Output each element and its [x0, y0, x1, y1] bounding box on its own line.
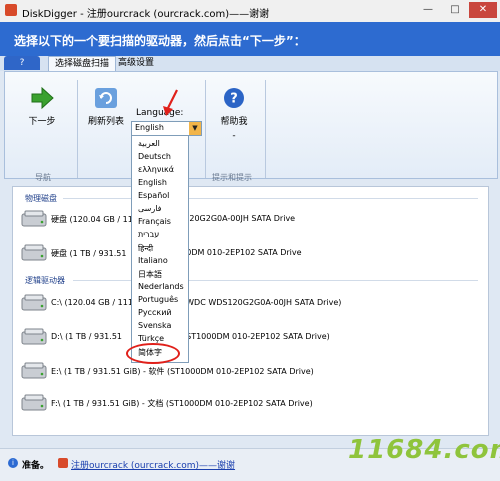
- help-me-button[interactable]: ? 帮助我 -: [217, 86, 251, 141]
- group-label-tips: 提示和提示: [212, 173, 252, 182]
- physical-disks-header: 物理磁盘: [25, 194, 57, 203]
- help-icon: ?: [221, 86, 247, 110]
- language-dropdown: العربية Deutsch ελληνικά English Español…: [131, 135, 189, 363]
- hard-drive-icon: [21, 294, 47, 311]
- drive-label: 硬盘 (1 TB / 931.51: [51, 249, 127, 258]
- ribbon-separator: [205, 80, 206, 178]
- instruction-banner: 选择以下的一个要扫描的驱动器，然后点击“下一步”：: [0, 22, 500, 56]
- hard-drive-icon: [21, 210, 47, 227]
- info-icon: i: [8, 458, 18, 468]
- hard-drive-icon: [21, 394, 47, 411]
- close-button[interactable]: ✕: [469, 2, 497, 18]
- watermark-logo: 11684.com: [348, 435, 500, 465]
- language-option[interactable]: ελληνικά: [138, 165, 174, 174]
- ribbon-tabs: ? 选择磁盘扫描 高级设置: [0, 56, 500, 71]
- drive-list-panel: 物理磁盘 硬盘 (120.04 GB / 11 C WDS120G2G0A-00…: [12, 186, 489, 436]
- language-option[interactable]: हिन्दी: [138, 243, 153, 254]
- tab-advanced[interactable]: 高级设置: [112, 56, 160, 70]
- group-label-nav: 导航: [35, 173, 51, 182]
- minimize-button[interactable]: —: [415, 2, 441, 18]
- refresh-icon: [93, 86, 119, 110]
- ribbon-separator: [77, 80, 78, 178]
- help-tab[interactable]: ?: [4, 56, 40, 70]
- next-label: 下一步: [28, 117, 56, 127]
- ribbon: 下一步 刷新列表 ? 帮助我 - 导航 提示和提示: [4, 71, 498, 182]
- drive-model: (WDC WDS120G2G0A-00JH SATA Drive): [183, 298, 342, 307]
- language-option[interactable]: עברית: [138, 230, 159, 239]
- window-title: DiskDigger - 注册ourcrack (ourcrack.com)——…: [22, 9, 270, 20]
- drive-label: 硬盘 (120.04 GB / 11: [51, 215, 133, 224]
- help-me-label: 帮助我: [220, 117, 248, 127]
- app-icon: [5, 4, 17, 16]
- language-option[interactable]: Italiano: [138, 256, 168, 265]
- drive-label: C:\ (120.04 GB / 111.: [51, 298, 136, 307]
- section-divider: [63, 198, 478, 199]
- language-option[interactable]: 日本語: [138, 269, 162, 280]
- maximize-button[interactable]: □: [442, 2, 468, 18]
- language-value: English: [135, 123, 164, 132]
- language-option[interactable]: English: [138, 178, 167, 187]
- banner-text: 选择以下的一个要扫描的驱动器，然后点击“下一步”：: [14, 34, 306, 48]
- hard-drive-icon: [21, 362, 47, 379]
- drive-label: D:\ (1 TB / 931.51: [51, 332, 122, 341]
- drive-label: E:\ (1 TB / 931.51 GiB) - 软件 (ST1000DM 0…: [51, 367, 314, 376]
- ribbon-separator: [265, 80, 266, 178]
- language-option[interactable]: Deutsch: [138, 152, 171, 161]
- language-option[interactable]: فارسی: [138, 204, 162, 213]
- chevron-down-icon[interactable]: ▼: [189, 122, 201, 135]
- tab-scan[interactable]: 选择磁盘扫描: [48, 56, 117, 71]
- help-me-sub: -: [232, 131, 236, 141]
- svg-text:?: ?: [230, 92, 238, 107]
- refresh-button[interactable]: 刷新列表: [85, 86, 127, 127]
- language-option[interactable]: العربية: [138, 139, 160, 148]
- arrow-right-icon: [29, 86, 55, 110]
- highlight-circle: [126, 343, 180, 364]
- red-arrow-icon: [163, 89, 178, 116]
- language-select[interactable]: English ▼: [131, 121, 202, 136]
- drive-label: F:\ (1 TB / 931.51 GiB) - 文档 (ST1000DM 0…: [51, 399, 313, 408]
- drive-model: (ST1000DM 010-2EP102 SATA Drive): [183, 332, 330, 341]
- next-button[interactable]: 下一步: [25, 86, 59, 127]
- register-link[interactable]: 注册ourcrack (ourcrack.com)——谢谢: [71, 458, 235, 471]
- status-text: 准备。: [22, 461, 50, 471]
- language-option[interactable]: Русский: [138, 308, 172, 317]
- logical-drives-header: 逻辑驱动器: [25, 276, 65, 285]
- title-bar: DiskDigger - 注册ourcrack (ourcrack.com)——…: [0, 0, 500, 23]
- language-option[interactable]: Português: [138, 295, 178, 304]
- language-option[interactable]: Nederlands: [138, 282, 184, 291]
- app-icon: [58, 458, 68, 468]
- language-option[interactable]: Türkçe: [138, 334, 164, 343]
- language-option[interactable]: Español: [138, 191, 169, 200]
- language-option[interactable]: Svenska: [138, 321, 171, 330]
- language-option[interactable]: Français: [138, 217, 171, 226]
- refresh-label: 刷新列表: [87, 117, 124, 127]
- hard-drive-icon: [21, 328, 47, 345]
- hard-drive-icon: [21, 244, 47, 261]
